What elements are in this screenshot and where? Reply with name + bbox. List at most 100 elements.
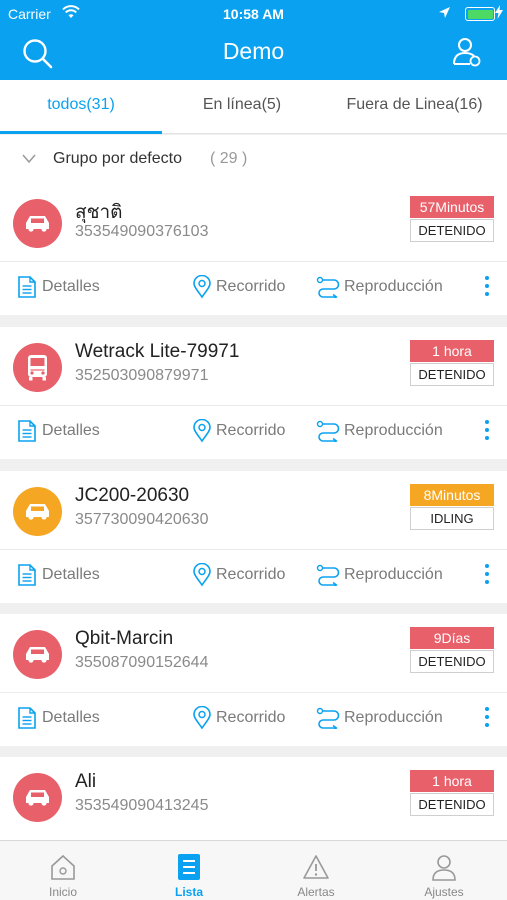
nav-alerts[interactable]: Alertas [253, 841, 379, 900]
battery-icon [465, 7, 495, 21]
alert-icon [303, 855, 329, 879]
car-icon [13, 773, 62, 822]
status-badge: DETENIDO [410, 363, 494, 386]
details-label: Detalles [42, 566, 100, 583]
path-icon [316, 276, 340, 298]
tab-offline[interactable]: Fuera de Linea(16) [322, 80, 507, 134]
details-button[interactable]: Detalles [16, 561, 100, 589]
device-imei: 353549090376103 [75, 223, 209, 240]
map-pin-icon [193, 419, 211, 443]
status-badge: DETENIDO [410, 650, 494, 673]
device-name: Ali [75, 771, 97, 792]
more-vertical-icon[interactable] [481, 704, 493, 732]
more-vertical-icon[interactable] [481, 417, 493, 445]
divider [0, 549, 507, 550]
nav-settings[interactable]: Ajustes [381, 841, 507, 900]
device-card[interactable]: Qbit-Marcin 355087090152644 9Días DETENI… [0, 614, 507, 746]
playback-label: Reproducción [344, 422, 443, 439]
nav-settings-label: Ajustes [424, 885, 464, 899]
device-name: Qbit-Marcin [75, 628, 174, 649]
details-label: Detalles [42, 709, 100, 726]
route-label: Recorrido [216, 709, 286, 726]
route-button[interactable]: Recorrido [192, 704, 285, 732]
playback-button[interactable]: Reproducción [316, 704, 443, 732]
device-card[interactable]: Wetrack Lite-79971 352503090879971 1 hor… [0, 327, 507, 459]
status-badge: DETENIDO [410, 219, 494, 242]
status-bar: Carrier 10:58 AM [0, 0, 507, 28]
path-icon [316, 420, 340, 442]
user-icon [432, 855, 456, 881]
status-duration-badge: 1 hora [410, 770, 494, 792]
status-duration-badge: 1 hora [410, 340, 494, 362]
playback-button[interactable]: Reproducción [316, 561, 443, 589]
bottom-tab-bar: Inicio Lista Alertas Ajustes [0, 840, 507, 900]
device-imei: 357730090420630 [75, 511, 209, 528]
nav-list[interactable]: Lista [126, 841, 252, 900]
details-button[interactable]: Detalles [16, 273, 100, 301]
status-badge: DETENIDO [410, 793, 494, 816]
route-label: Recorrido [216, 422, 286, 439]
map-pin-icon [193, 563, 211, 587]
status-badge: IDLING [410, 507, 494, 530]
device-imei: 353549090413245 [75, 797, 209, 814]
filter-tabs: todos(31) En línea(5) Fuera de Linea(16) [0, 80, 507, 134]
active-tab-indicator [0, 131, 162, 134]
playback-label: Reproducción [344, 566, 443, 583]
playback-label: Reproducción [344, 709, 443, 726]
nav-list-label: Lista [174, 885, 203, 899]
divider [0, 261, 507, 262]
divider [0, 405, 507, 406]
device-card[interactable]: สุชาติ 353549090376103 57Minutos DETENID… [0, 183, 507, 315]
document-icon [18, 276, 36, 298]
location-arrow-icon [438, 6, 451, 22]
account-icon[interactable] [451, 36, 483, 68]
details-button[interactable]: Detalles [16, 417, 100, 445]
nav-home-label: Inicio [48, 885, 77, 899]
tab-all[interactable]: todos(31) [0, 80, 162, 134]
car-icon [13, 487, 62, 536]
group-count: ( 29 ) [210, 150, 248, 167]
device-card[interactable]: Ali 353549090413245 1 hora DETENIDO [0, 757, 507, 840]
home-icon [51, 854, 75, 880]
tab-online[interactable]: En línea(5) [162, 80, 322, 134]
more-vertical-icon[interactable] [481, 561, 493, 589]
playback-label: Reproducción [344, 278, 443, 295]
route-button[interactable]: Recorrido [192, 273, 285, 301]
device-card[interactable]: JC200-20630 357730090420630 8Minutos IDL… [0, 471, 507, 603]
charging-icon [495, 5, 503, 22]
document-icon [18, 564, 36, 586]
chevron-down-icon [22, 151, 36, 164]
nav-home[interactable]: Inicio [0, 841, 126, 900]
route-button[interactable]: Recorrido [192, 417, 285, 445]
nav-alerts-label: Alertas [297, 885, 335, 899]
document-icon [18, 707, 36, 729]
list-icon [178, 854, 200, 880]
device-imei: 352503090879971 [75, 367, 209, 384]
document-icon [18, 420, 36, 442]
group-name: Grupo por defecto [53, 150, 182, 167]
playback-button[interactable]: Reproducción [316, 417, 443, 445]
group-header[interactable]: Grupo por defecto ( 29 ) [0, 135, 507, 183]
app-header: Carrier 10:58 AM Demo [0, 0, 507, 80]
route-button[interactable]: Recorrido [192, 561, 285, 589]
device-name: JC200-20630 [75, 485, 190, 506]
car-icon [13, 630, 62, 679]
device-imei: 355087090152644 [75, 654, 209, 671]
details-label: Detalles [42, 278, 100, 295]
route-label: Recorrido [216, 278, 286, 295]
status-duration-badge: 57Minutos [410, 196, 494, 218]
status-duration-badge: 8Minutos [410, 484, 494, 506]
status-duration-badge: 9Días [410, 627, 494, 649]
bus-icon [13, 343, 62, 392]
playback-button[interactable]: Reproducción [316, 273, 443, 301]
divider [0, 692, 507, 693]
more-vertical-icon[interactable] [481, 273, 493, 301]
car-icon [13, 199, 62, 248]
map-pin-icon [193, 275, 211, 299]
map-pin-icon [193, 706, 211, 730]
details-button[interactable]: Detalles [16, 704, 100, 732]
clock: 10:58 AM [223, 6, 284, 22]
page-title: Demo [222, 38, 285, 64]
path-icon [316, 707, 340, 729]
details-label: Detalles [42, 422, 100, 439]
